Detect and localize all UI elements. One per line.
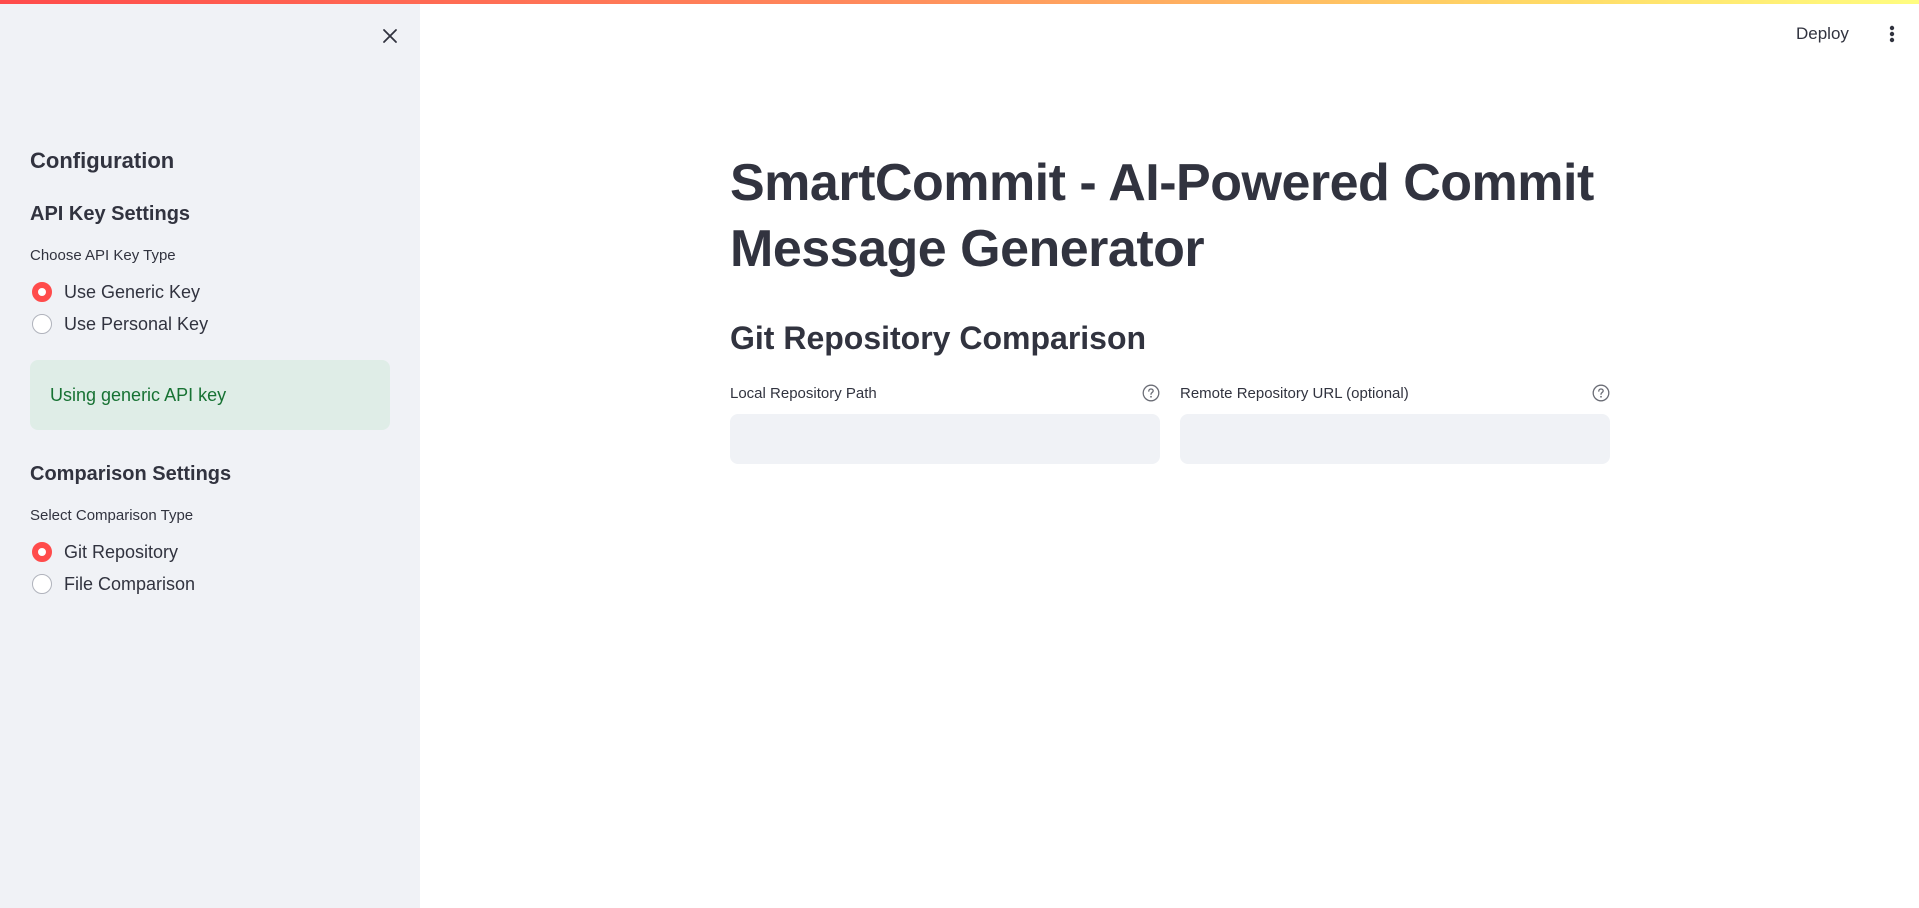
comparison-type-label: Select Comparison Type [30,507,194,524]
radio-use-generic-key[interactable]: Use Generic Key [30,276,390,308]
repository-fields: Local Repository Path Remote Repository … [730,382,1610,464]
help-circle-icon[interactable] [1142,384,1160,402]
main-content: SmartCommit - AI-Powered Commit Message … [730,150,1610,464]
remote-repository-url-input[interactable] [1180,414,1610,464]
help-circle-icon[interactable] [1592,384,1610,402]
local-repository-path-input[interactable] [730,414,1160,464]
deploy-label: Deploy [1796,24,1849,43]
api-key-settings-heading: API Key Settings [30,203,191,225]
radio-unselected-indicator [32,314,52,334]
api-key-type-radio-group: Use Generic Key Use Personal Key [30,276,390,340]
page-title: SmartCommit - AI-Powered Commit Message … [730,154,1594,278]
main-menu-button[interactable] [1882,20,1902,48]
field-label-row: Local Repository Path [730,382,1160,404]
sidebar: Configuration API Key Settings Choose AP… [0,0,420,908]
radio-option-label: File Comparison [64,573,196,594]
top-decoration-bar [0,0,1919,4]
section-title: Git Repository Comparison [730,320,1147,356]
radio-selected-indicator [32,282,52,302]
radio-use-personal-key[interactable]: Use Personal Key [30,308,390,340]
comparison-settings-heading: Comparison Settings [30,463,232,485]
api-key-info-alert: Using generic API key [30,360,390,430]
local-repository-field: Local Repository Path [730,382,1160,464]
api-key-info-text: Using generic API key [50,384,227,405]
remote-repository-field: Remote Repository URL (optional) [1180,382,1610,464]
remote-repository-url-label: Remote Repository URL (optional) [1180,384,1409,402]
api-key-type-label: Choose API Key Type [30,247,176,264]
comparison-type-radio-group: Git Repository File Comparison [30,536,390,600]
deploy-button[interactable]: Deploy [1796,20,1849,48]
vertical-ellipsis-icon [1889,25,1895,43]
radio-option-label: Git Repository [64,541,179,562]
sidebar-title: Configuration [30,148,175,173]
close-icon [383,29,397,43]
radio-option-label: Use Personal Key [64,313,209,334]
local-repository-path-label: Local Repository Path [730,384,877,402]
radio-git-repository[interactable]: Git Repository [30,536,390,568]
sidebar-close-button[interactable] [376,22,404,50]
radio-unselected-indicator [32,574,52,594]
sidebar-content: Configuration API Key Settings Choose AP… [30,146,390,600]
radio-selected-indicator [32,542,52,562]
field-label-row: Remote Repository URL (optional) [1180,382,1610,404]
radio-option-label: Use Generic Key [64,281,201,302]
radio-file-comparison[interactable]: File Comparison [30,568,390,600]
